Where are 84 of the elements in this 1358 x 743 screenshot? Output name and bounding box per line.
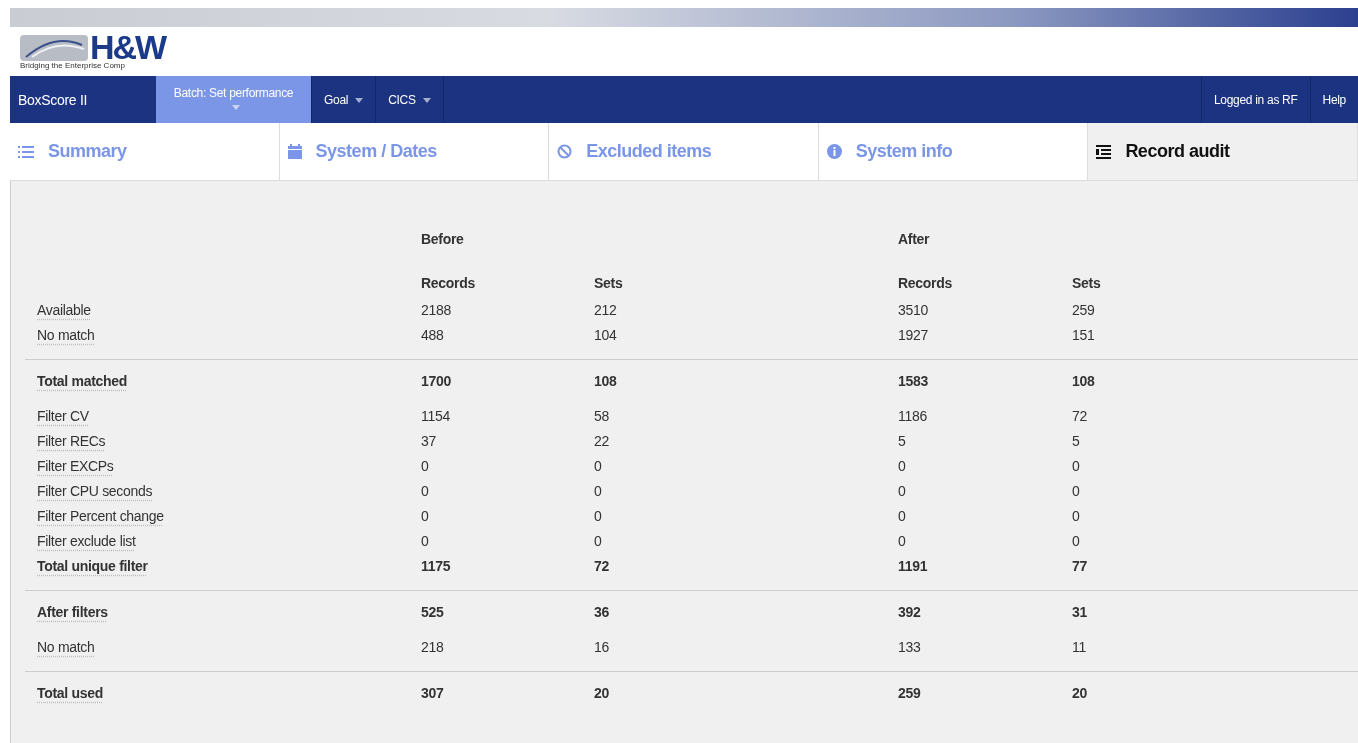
table-cell-text: 0 [594,482,603,499]
table-cell-text: 0 [421,457,430,474]
table-cell-text: 1175 [421,557,452,574]
table-cell-text: 16 [594,638,610,655]
table-cell-text: 5 [898,432,907,449]
table-cell-text: 488 [421,326,445,343]
table-cell-text: 108 [1072,372,1096,389]
table-cell-text: 108 [594,372,618,389]
table-cell-text: 77 [1072,557,1088,574]
row-label: No match [37,638,96,655]
table-cell-text: 3510 [898,301,929,318]
logo-tagline: Bridging the Enterprise Comp [20,61,126,70]
row-label: Filter CV [37,407,90,424]
table-cell-text: 1700 [421,372,452,389]
row-label: Filter CPU seconds [37,482,154,499]
bridge-icon [20,35,88,61]
table-cell-text: 525 [421,603,445,620]
table-cell-text: 0 [1072,457,1081,474]
table-cell-text: 133 [898,638,922,655]
table-cell-text: 0 [594,507,603,524]
row-label: No match [37,326,96,343]
tab[interactable]: Record audit [1088,123,1358,180]
table-cell-text: 20 [1072,684,1088,701]
table-cell-text: 2188 [421,301,452,318]
column-header: Records [421,275,476,293]
app-name[interactable]: BoxScore II [10,76,156,123]
table-cell-text: 104 [594,326,618,343]
table-cell-text: 259 [898,684,922,701]
column-header: Sets [594,275,624,293]
table-cell-text: 37 [421,432,437,449]
table-cell-text: 0 [1072,507,1081,524]
list-icon [18,144,34,159]
info-icon [826,144,842,159]
table-cell-text: 212 [594,301,618,318]
table-cell-text: 259 [1072,301,1096,318]
table-cell-text: 1186 [898,407,928,424]
table-cell-text: 0 [898,507,907,524]
table-cell-text: 0 [421,482,430,499]
table-cell-text: 0 [898,482,907,499]
table-cell-text: 392 [898,603,922,620]
row-label: Filter EXCPs [37,457,115,474]
row-label: After filters [37,603,109,620]
table-cell-text: 36 [594,603,610,620]
row-label: Filter Percent change [37,507,165,524]
table-cell-text: 0 [898,457,907,474]
table-cell-text: 72 [594,557,610,574]
column-group-header: Before [421,231,465,249]
column-header: Sets [1072,275,1102,293]
table-cell-text: 0 [421,532,430,549]
table-cell-text: 218 [421,638,445,655]
table-cell-text: 1191 [898,557,929,574]
table-cell-text: 307 [421,684,445,701]
table-cell-text: 0 [1072,482,1081,499]
row-label: Available [37,301,92,318]
table-cell-text: 11 [1072,638,1087,655]
table-cell-text: 1583 [898,372,929,389]
table-cell-text: 31 [1072,603,1088,620]
row-label: Total used [37,684,104,701]
indent-icon [1096,144,1112,159]
table-cell-text: 1154 [421,407,451,424]
calendar-icon [287,144,302,159]
table-cell-text: 22 [594,432,610,449]
caret-icon [422,97,431,103]
row-label: Total matched [37,372,128,389]
ban-icon [557,144,573,159]
table-cell-text: 5 [1072,432,1081,449]
table-cell-text: 151 [1072,326,1096,343]
table-cell-text: 0 [898,532,907,549]
table-cell-text: 0 [421,507,430,524]
table-cell-text: 0 [594,457,603,474]
table-cell-text: 0 [594,532,603,549]
table-cell-text: 72 [1072,407,1088,424]
table-cell-text: 0 [1072,532,1081,549]
row-label: Total unique filter [37,557,149,574]
table-cell-text: 58 [594,407,610,424]
caret-icon [355,97,364,103]
table-cell-text: 1927 [898,326,929,343]
column-header: Records [898,275,953,293]
table-cell-text: 20 [594,684,610,701]
row-label: Filter RECs [37,432,107,449]
row-label: Filter exclude list [37,532,137,549]
column-group-header: After [898,231,931,249]
logo-text: H&W [90,33,166,61]
caret-icon [231,104,240,110]
